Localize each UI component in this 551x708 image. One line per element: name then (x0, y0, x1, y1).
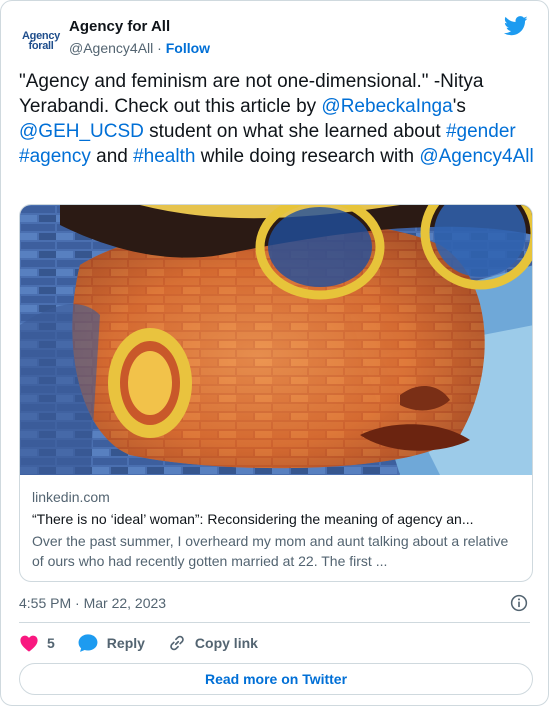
link-description: Over the past summer, I overheard my mom… (32, 533, 509, 569)
author-info: Agency for All @Agency4All · Follow (69, 17, 210, 58)
tweet-timestamp[interactable]: 4:55 PM · Mar 22, 2023 (19, 595, 166, 611)
tweet-text-segment: 's (452, 96, 466, 117)
link-domain: linkedin.com (32, 489, 110, 505)
tweet-entity-link[interactable]: #agency (19, 146, 91, 167)
divider (19, 622, 530, 623)
tweet-actions: 5 Reply Copy link (19, 632, 280, 654)
like-count: 5 (47, 635, 55, 651)
reply-label: Reply (106, 635, 145, 651)
tweet-entity-link[interactable]: @RebeckaInga (321, 96, 452, 117)
author-handle-row: @Agency4All · Follow (69, 38, 210, 58)
article-preview-image (20, 205, 532, 475)
reply-button[interactable]: Reply (77, 633, 145, 653)
tweet-text: "Agency and feminism are not one-dimensi… (19, 69, 534, 169)
copy-link-button[interactable]: Copy link (167, 633, 258, 653)
heart-icon (20, 635, 38, 652)
tweet-text-segment: student on what she learned about (143, 121, 446, 142)
read-more-button[interactable]: Read more on Twitter (19, 663, 533, 695)
twitter-bird-icon[interactable] (504, 15, 528, 37)
author-display-name[interactable]: Agency for All (69, 17, 210, 37)
link-info: linkedin.com “There is no ‘ideal’ woman”… (32, 488, 520, 571)
info-icon[interactable] (510, 594, 528, 612)
like-button[interactable]: 5 (19, 634, 55, 652)
tweet-card: Agency forall Agency for All @Agency4All… (0, 0, 549, 706)
link-title: “There is no ‘ideal’ woman”: Reconsideri… (32, 511, 474, 527)
follow-link[interactable]: Follow (166, 40, 210, 56)
author-handle[interactable]: @Agency4All (69, 40, 153, 56)
tweet-entity-link[interactable]: @GEH_UCSD (19, 121, 144, 142)
tweet-entity-link[interactable]: @Agency4All (419, 146, 533, 167)
tweet-text-segment: while doing research with (195, 146, 420, 167)
tweet-meta: 4:55 PM · Mar 22, 2023 (19, 593, 530, 613)
copy-link-label: Copy link (194, 635, 258, 651)
reply-bubble-icon (78, 634, 98, 652)
separator-dot: · (153, 40, 166, 56)
avatar[interactable]: Agency forall (19, 19, 63, 63)
link-chain-icon (170, 635, 184, 651)
tweet-entity-link[interactable]: #health (133, 146, 195, 167)
avatar-text-line2: forall (28, 40, 54, 52)
link-preview-card[interactable]: linkedin.com “There is no ‘ideal’ woman”… (19, 204, 533, 582)
tweet-header: Agency forall Agency for All @Agency4All… (19, 13, 530, 57)
tweet-text-segment: and (90, 146, 134, 167)
tweet-entity-link[interactable]: #gender (446, 121, 516, 142)
